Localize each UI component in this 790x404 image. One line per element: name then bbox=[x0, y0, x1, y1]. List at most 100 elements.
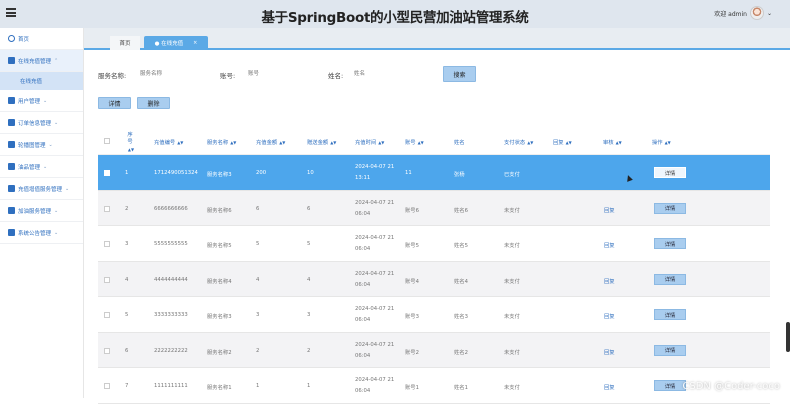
delete-button[interactable]: 删除 bbox=[137, 97, 170, 109]
fuel-icon bbox=[8, 207, 15, 214]
header-reply[interactable]: 回复 ▲▼ bbox=[553, 138, 572, 146]
sidebar-subitem-online-recharge[interactable]: 在线充值 bbox=[0, 72, 83, 90]
header-audit[interactable]: 审核 ▲▼ bbox=[603, 138, 622, 146]
table-row[interactable]: 3 5555555555 服务名称5 5 5 2024-04-07 21 06:04 账号5 姓… bbox=[98, 226, 770, 262]
app-title: 基于SpringBoot的小型民营加油站管理系统 bbox=[261, 10, 529, 26]
cell-name: 姓名6 bbox=[454, 207, 468, 214]
sidebar-item-orders[interactable]: 订单信息管理 ⌄ bbox=[0, 112, 83, 134]
header-service-name[interactable]: 服务名称 ▲▼ bbox=[207, 138, 236, 146]
name-input[interactable] bbox=[354, 67, 424, 81]
cell-idx: 6 bbox=[125, 347, 129, 354]
tab-bar: 首页 ● 在线充值 × bbox=[84, 28, 790, 50]
tab-online-recharge[interactable]: ● 在线充值 × bbox=[144, 36, 208, 50]
sidebar-item-label: 在线充值管理 bbox=[18, 58, 52, 65]
table-row[interactable]: 6 2222222222 服务名称2 2 2 2024-04-07 21 06:04 账号2 姓… bbox=[98, 332, 770, 368]
service-icon bbox=[8, 185, 15, 192]
table-row[interactable]: 1 1712490051324 服务名称3 200 10 2024-04-07 21 13:… bbox=[98, 155, 770, 191]
sidebar-item-value-added[interactable]: 充值增值服务管理 ⌄ bbox=[0, 178, 83, 200]
wallet-icon bbox=[8, 57, 15, 64]
sidebar-item-oil[interactable]: 油品管理 ⌄ bbox=[0, 156, 83, 178]
cell-account: 账号6 bbox=[405, 207, 419, 214]
cell-amount: 3 bbox=[256, 312, 260, 318]
tab-label: ● 在线充值 bbox=[154, 41, 184, 47]
header-account[interactable]: 账号 ▲▼ bbox=[405, 138, 424, 146]
select-all-checkbox[interactable] bbox=[104, 138, 110, 144]
table-row[interactable]: 7 1111111111 服务名称1 1 1 2024-04-07 21 06:04 账号1 姓… bbox=[98, 368, 770, 404]
sidebar-item-label: 系统公告管理 bbox=[18, 230, 52, 237]
row-checkbox[interactable] bbox=[104, 347, 110, 354]
header-index[interactable]: 序号 ▲▼ bbox=[125, 132, 135, 154]
chevron-down-icon: ⌄ bbox=[54, 119, 59, 126]
audit-reply-link[interactable]: 回复 bbox=[604, 206, 615, 214]
header-gift[interactable]: 赠送金额 ▲▼ bbox=[307, 138, 336, 146]
cell-service: 服务名称2 bbox=[207, 349, 232, 356]
row-checkbox[interactable] bbox=[104, 170, 110, 176]
table-row[interactable]: 5 3333333333 服务名称3 3 3 2024-04-07 21 06:04 账号3 姓… bbox=[98, 297, 770, 333]
scrollbar[interactable] bbox=[786, 322, 790, 352]
sidebar-item-recharge[interactable]: 在线充值管理 ⌃ bbox=[0, 50, 83, 72]
table-row[interactable]: 2 6666666666 服务名称6 6 6 2024-04-07 21 06:04 账号6 姓… bbox=[98, 190, 770, 226]
header-time[interactable]: 充值时间 ▲▼ bbox=[355, 138, 384, 146]
row-detail-button[interactable]: 详情 bbox=[654, 167, 686, 178]
header-pay-status[interactable]: 支付状态 ▲▼ bbox=[504, 138, 533, 146]
sidebar-item-label: 轮播图管理 bbox=[18, 142, 46, 149]
detail-button[interactable]: 详情 bbox=[98, 97, 131, 109]
chevron-down-icon[interactable]: ⌄ bbox=[767, 10, 772, 17]
sidebar-item-users[interactable]: 用户管理 ⌄ bbox=[0, 90, 83, 112]
user-menu[interactable]: 欢迎 admin ⌄ bbox=[714, 6, 772, 20]
recharge-table: 序号 ▲▼ 充值编号 ▲▼ 服务名称 ▲▼ 充值金额 ▲▼ 赠送金额 ▲▼ 充值时间 ▲▼ … bbox=[98, 128, 770, 404]
row-checkbox[interactable] bbox=[104, 205, 110, 212]
search-button[interactable]: 搜索 bbox=[443, 66, 476, 82]
row-checkbox[interactable] bbox=[104, 241, 110, 247]
cell-amount: 4 bbox=[256, 276, 260, 283]
notice-icon bbox=[8, 229, 15, 236]
audit-reply-link[interactable]: 回复 bbox=[604, 241, 615, 249]
row-checkbox[interactable] bbox=[104, 276, 110, 283]
cell-amount: 6 bbox=[256, 205, 260, 212]
audit-reply-link[interactable]: 回复 bbox=[604, 383, 615, 391]
row-detail-button[interactable]: 详情 bbox=[654, 344, 686, 356]
cell-time1: 2024-04-07 21 bbox=[355, 235, 395, 241]
header-amount[interactable]: 充值金额 ▲▼ bbox=[256, 138, 285, 146]
service-name-input[interactable] bbox=[140, 67, 210, 81]
image-icon bbox=[8, 141, 15, 148]
audit-reply-link[interactable]: 回复 bbox=[604, 348, 615, 356]
cell-gift: 3 bbox=[307, 312, 311, 318]
table-header: 序号 ▲▼ 充值编号 ▲▼ 服务名称 ▲▼ 充值金额 ▲▼ 赠送金额 ▲▼ 充值时间 ▲▼ … bbox=[98, 128, 770, 155]
cell-no: 5555555555 bbox=[154, 241, 188, 247]
account-input[interactable] bbox=[248, 67, 318, 81]
header-operation[interactable]: 操作 ▲▼ bbox=[652, 138, 671, 146]
sidebar-item-home[interactable]: 首页 bbox=[0, 28, 83, 50]
cell-gift: 2 bbox=[307, 347, 311, 354]
avatar[interactable] bbox=[749, 6, 764, 20]
service-name-label: 服务名称: bbox=[98, 72, 127, 80]
row-detail-button[interactable]: 详情 bbox=[654, 238, 686, 249]
row-detail-button[interactable]: 详情 bbox=[654, 309, 686, 320]
sidebar-item-notice[interactable]: 系统公告管理 ⌄ bbox=[0, 222, 83, 244]
audit-reply-link[interactable]: 回复 bbox=[604, 277, 615, 285]
cell-no: 3333333333 bbox=[154, 312, 188, 318]
cell-amount: 2 bbox=[256, 347, 260, 354]
header-recharge-no[interactable]: 充值编号 ▲▼ bbox=[154, 138, 183, 146]
audit-reply-link[interactable]: 回复 bbox=[604, 312, 615, 320]
row-checkbox[interactable] bbox=[104, 383, 110, 389]
user-icon bbox=[8, 97, 15, 104]
watermark: CSDN @Coder-coco bbox=[682, 381, 780, 392]
row-checkbox[interactable] bbox=[104, 312, 110, 318]
sidebar-item-fuel-service[interactable]: 加油服务管理 ⌄ bbox=[0, 200, 83, 222]
close-icon[interactable]: × bbox=[193, 40, 197, 46]
welcome-text: 欢迎 admin bbox=[714, 10, 747, 18]
chevron-down-icon: ⌄ bbox=[48, 141, 53, 148]
table-row[interactable]: 4 4444444444 服务名称4 4 4 2024-04-07 21 06:04 账号4 姓… bbox=[98, 261, 770, 297]
cell-idx: 5 bbox=[125, 312, 129, 318]
cell-account: 11 bbox=[405, 170, 412, 176]
tab-home[interactable]: 首页 bbox=[110, 36, 140, 50]
cell-idx: 3 bbox=[125, 241, 129, 247]
cell-account: 账号4 bbox=[405, 278, 419, 285]
row-detail-button[interactable]: 详情 bbox=[654, 273, 686, 285]
header-name: 姓名 bbox=[454, 140, 465, 146]
sidebar-item-carousel[interactable]: 轮播图管理 ⌄ bbox=[0, 134, 83, 156]
cell-account: 账号3 bbox=[405, 314, 419, 320]
row-detail-button[interactable]: 详情 bbox=[654, 202, 686, 214]
cell-amount: 200 bbox=[256, 170, 267, 176]
